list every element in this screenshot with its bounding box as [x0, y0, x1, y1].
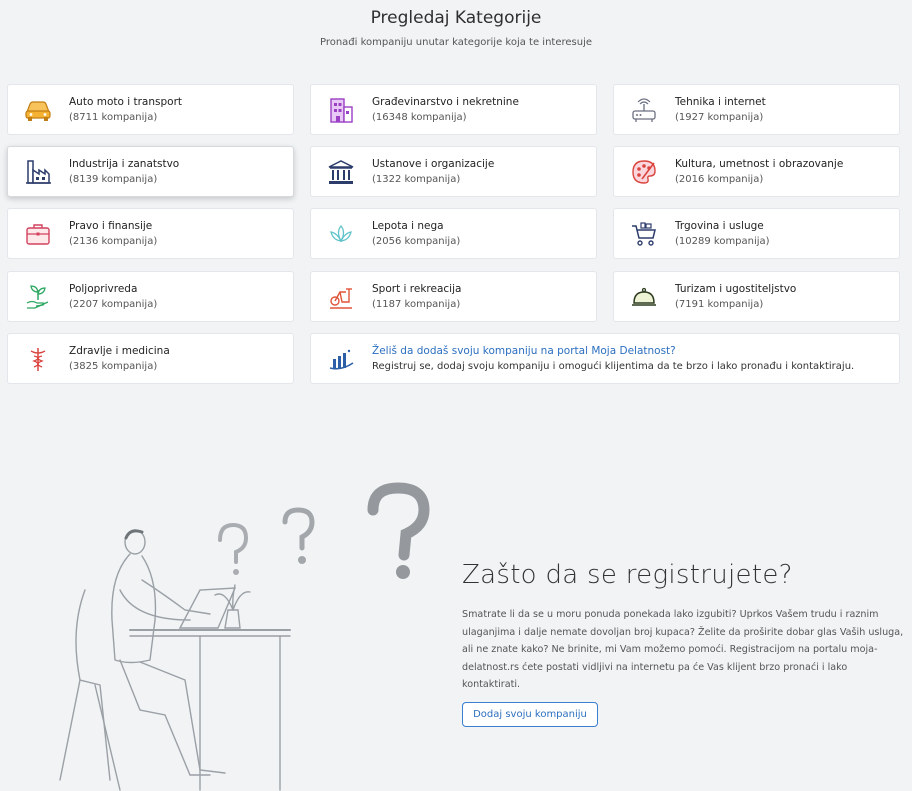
lotus-icon	[330, 224, 352, 242]
register-promo-card[interactable]: Želiš da dodaš svoju kompaniju na portal…	[310, 333, 900, 384]
category-card-trgovina[interactable]: Trgovina i usluge (10289 kompanija)	[613, 208, 900, 259]
promo-text: Registruj se, dodaj svoju kompaniju i om…	[372, 361, 855, 372]
category-count: (2016 kompanija)	[675, 174, 764, 185]
category-card-sport[interactable]: Sport i rekreacija (1187 kompanija)	[310, 271, 597, 322]
category-card-turizam[interactable]: Turizam i ugostiteljstvo (7191 kompanija…	[613, 271, 900, 322]
category-card-poljoprivreda[interactable]: Poljoprivreda (2207 kompanija)	[7, 271, 294, 322]
why-register-title: Zašto da se registrujete?	[462, 560, 793, 590]
person-at-desk-illustration	[59, 482, 430, 791]
category-name: Ustanove i organizacije	[372, 158, 495, 170]
category-name: Sport i rekreacija	[372, 283, 462, 295]
category-name: Pravo i finansije	[69, 220, 153, 232]
factory-icon	[26, 159, 51, 184]
category-card-zdravlje[interactable]: Zdravlje i medicina (3825 kompanija)	[7, 333, 294, 384]
plant-hand-icon	[26, 284, 49, 309]
category-card-auto[interactable]: Auto moto i transport (8711 kompanija)	[7, 84, 294, 135]
exercise-bike-icon	[330, 287, 352, 309]
cloche-icon	[632, 287, 656, 306]
category-card-industrija[interactable]: Industrija i zanatstvo (8139 kompanija)	[7, 146, 294, 197]
category-count: (16348 kompanija)	[372, 112, 467, 123]
category-name: Građevinarstvo i nekretnine	[372, 96, 519, 108]
institution-icon	[328, 159, 354, 184]
building-icon	[330, 97, 353, 123]
category-name: Kultura, umetnost i obrazovanje	[675, 158, 844, 170]
promo-title: Želiš da dodaš svoju kompaniju na portal…	[372, 345, 676, 357]
category-count: (2207 kompanija)	[69, 299, 158, 310]
category-count: (1927 kompanija)	[675, 112, 764, 123]
router-icon	[632, 97, 656, 122]
category-name: Auto moto i transport	[69, 96, 183, 108]
category-card-kultura[interactable]: Kultura, umetnost i obrazovanje (2016 ko…	[613, 146, 900, 197]
category-name: Trgovina i usluge	[675, 220, 764, 232]
category-count: (2056 kompanija)	[372, 236, 461, 247]
category-count: (8139 kompanija)	[69, 174, 158, 185]
page-subtitle: Pronađi kompaniju unutar kategorije koja…	[319, 37, 593, 48]
category-name: Turizam i ugostiteljstvo	[675, 283, 797, 295]
palette-icon	[632, 159, 656, 184]
category-name: Poljoprivreda	[69, 283, 138, 295]
category-count: (1322 kompanija)	[372, 174, 461, 185]
why-register-paragraph: Smatrate li da se u moru ponuda ponekada…	[462, 609, 904, 690]
add-company-button[interactable]: Dodaj svoju kompaniju	[462, 702, 598, 727]
caduceus-icon	[30, 347, 46, 371]
briefcase-icon	[26, 223, 50, 245]
category-count: (7191 kompanija)	[675, 299, 764, 310]
category-count: (2136 kompanija)	[69, 236, 158, 247]
category-count: (10289 kompanija)	[675, 236, 770, 247]
category-card-pravo[interactable]: Pravo i finansije (2136 kompanija)	[7, 208, 294, 259]
category-name: Industrija i zanatstvo	[69, 158, 180, 170]
page-title: Pregledaj Kategorije	[370, 8, 542, 28]
cart-icon	[632, 221, 656, 246]
growth-chart-icon	[329, 349, 354, 370]
category-count: (1187 kompanija)	[372, 299, 461, 310]
category-card-tehnika[interactable]: Tehnika i internet (1927 kompanija)	[613, 84, 900, 135]
category-card-lepota[interactable]: Lepota i nega (2056 kompanija)	[310, 208, 597, 259]
category-card-gradjevinarstvo[interactable]: Građevinarstvo i nekretnine (16348 kompa…	[310, 84, 597, 135]
category-name: Zdravlje i medicina	[69, 345, 170, 357]
category-count: (8711 kompanija)	[69, 112, 158, 123]
category-name: Lepota i nega	[372, 220, 444, 232]
category-name: Tehnika i internet	[675, 96, 766, 108]
category-card-ustanove[interactable]: Ustanove i organizacije (1322 kompanija)	[310, 146, 597, 197]
category-count: (3825 kompanija)	[69, 361, 158, 372]
car-icon	[25, 100, 51, 121]
